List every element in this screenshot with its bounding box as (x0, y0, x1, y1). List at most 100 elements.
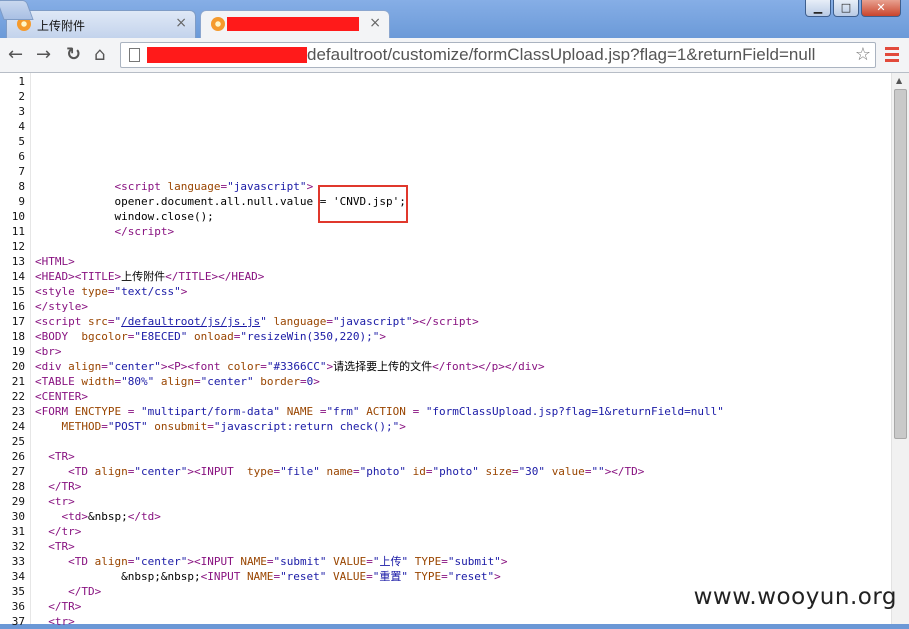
line-code: <td>&nbsp;</td> (61, 510, 161, 523)
tab-active[interactable]: × (200, 10, 390, 38)
line-code: </style> (35, 300, 88, 313)
source-line: 19 <br> (0, 344, 890, 359)
home-icon[interactable]: ⌂ (94, 44, 105, 66)
source-line: 21 <TABLE width="80%" align="center" bord… (0, 374, 890, 389)
line-code: &nbsp;&nbsp;<INPUT NAME="reset" VALUE="重… (35, 570, 501, 583)
tab-upload-attachment[interactable]: 上传附件 × (6, 10, 196, 38)
reload-icon[interactable]: ↻ (66, 44, 81, 66)
line-code: METHOD="POST" onsubmit="javascript:retur… (61, 420, 406, 433)
source-line: 20 <div align="center"><P><font color="#3… (0, 359, 890, 374)
line-number: 32 (11, 540, 25, 553)
new-tab-button[interactable] (0, 0, 34, 20)
line-number: 3 (18, 105, 25, 118)
tab-title: 上传附件 (37, 19, 86, 33)
line-number: 15 (11, 285, 25, 298)
line-number: 8 (18, 180, 25, 193)
redacted-tab-title (227, 17, 359, 31)
line-code: <script src="/defaultroot/js/js.js" lang… (35, 315, 479, 328)
source-line: 8 <script language="javascript"> (0, 179, 890, 194)
source-line: 13 <HTML> (0, 254, 890, 269)
source-line: 29 <tr> (0, 494, 890, 509)
back-icon[interactable]: ← (8, 44, 23, 66)
line-number: 28 (11, 480, 25, 493)
line-code: </TR> (48, 480, 82, 493)
line-number: 14 (11, 270, 25, 283)
url-text[interactable]: defaultroot/customize/formClassUpload.js… (307, 45, 815, 65)
vertical-scrollbar[interactable]: ▲ (891, 73, 909, 624)
line-number: 9 (18, 195, 25, 208)
source-line: 4 (0, 119, 890, 134)
bookmark-star-icon[interactable]: ☆ (855, 44, 871, 65)
line-number: 7 (18, 165, 25, 178)
line-code: <TD align="center"><INPUT type="file" na… (68, 465, 645, 478)
watermark: www.wooyun.org (693, 584, 897, 610)
line-number: 34 (11, 570, 25, 583)
title-bar: 上传附件 × × ▁ □ ✕ (0, 0, 909, 38)
line-code: <TR> (48, 540, 75, 553)
line-number: 16 (11, 300, 25, 313)
source-line: 31 </tr> (0, 524, 890, 539)
source-line: 28 </TR> (0, 479, 890, 494)
source-line: 37 <tr> (0, 614, 890, 629)
source-line: 2 (0, 89, 890, 104)
browser-toolbar: ← → ↻ ⌂ defaultroot/customize/formClassU… (0, 38, 909, 73)
line-code: <HEAD><TITLE>上传附件</TITLE></HEAD> (35, 270, 265, 283)
line-number: 31 (11, 525, 25, 538)
line-code: <TR> (48, 450, 75, 463)
tab-close-icon[interactable]: × (175, 16, 187, 30)
line-number: 5 (18, 135, 25, 148)
source-line: 15 <style type="text/css"> (0, 284, 890, 299)
line-code: </TD> (68, 585, 102, 598)
source-line: 24 METHOD="POST" onsubmit="javascript:re… (0, 419, 890, 434)
window-controls: ▁ □ ✕ (803, 0, 901, 17)
line-number: 25 (11, 435, 25, 448)
line-code: </TR> (48, 600, 82, 613)
line-number: 6 (18, 150, 25, 163)
scrollbar-thumb[interactable] (894, 89, 907, 439)
line-code: <script language="javascript"> (114, 180, 314, 193)
line-number: 33 (11, 555, 25, 568)
line-number: 30 (11, 510, 25, 523)
line-code: </script> (114, 225, 175, 238)
line-code: <HTML> (35, 255, 75, 268)
line-number: 21 (11, 375, 25, 388)
source-line: 22 <CENTER> (0, 389, 890, 404)
source-line: 10 window.close(); (0, 209, 890, 224)
line-code: window.close(); (35, 210, 214, 223)
line-number: 37 (11, 615, 25, 628)
line-number: 12 (11, 240, 25, 253)
tab-close-icon[interactable]: × (369, 16, 381, 30)
source-line: 17 <script src="/defaultroot/js/js.js" la… (0, 314, 890, 329)
source-line: 9 opener.document.all.null.value = 'CNVD… (0, 194, 890, 209)
line-number: 4 (18, 120, 25, 133)
close-window-icon[interactable]: ✕ (861, 0, 901, 17)
minimize-icon[interactable]: ▁ (805, 0, 831, 17)
source-line: 34 &nbsp;&nbsp;<INPUT NAME="reset" VALUE… (0, 569, 890, 584)
source-line: 1 (0, 74, 890, 89)
menu-icon[interactable] (885, 47, 899, 65)
line-number: 20 (11, 360, 25, 373)
forward-icon[interactable]: → (36, 44, 51, 66)
line-code: <tr> (48, 495, 75, 508)
source-line: 6 (0, 149, 890, 164)
line-number: 27 (11, 465, 25, 478)
line-number: 19 (11, 345, 25, 358)
scroll-up-icon[interactable]: ▲ (896, 76, 902, 85)
line-number: 18 (11, 330, 25, 343)
line-number: 36 (11, 600, 25, 613)
source-line: 18 <BODY bgcolor="E8ECED" onload="resizeW… (0, 329, 890, 344)
source-line: 30 <td>&nbsp;</td> (0, 509, 890, 524)
line-code: <br> (35, 345, 62, 358)
line-number: 26 (11, 450, 25, 463)
line-code: <style type="text/css"> (35, 285, 188, 298)
line-code: <tr> (48, 615, 75, 628)
line-code: <CENTER> (35, 390, 88, 403)
source-line: 33 <TD align="center"><INPUT NAME="submi… (0, 554, 890, 569)
line-number: 13 (11, 255, 25, 268)
source-line: 3 (0, 104, 890, 119)
line-code: <div align="center"><P><font color="#336… (35, 360, 545, 373)
line-number: 29 (11, 495, 25, 508)
source-line: 11 </script> (0, 224, 890, 239)
maximize-icon[interactable]: □ (833, 0, 859, 17)
address-bar[interactable]: defaultroot/customize/formClassUpload.js… (120, 42, 876, 68)
